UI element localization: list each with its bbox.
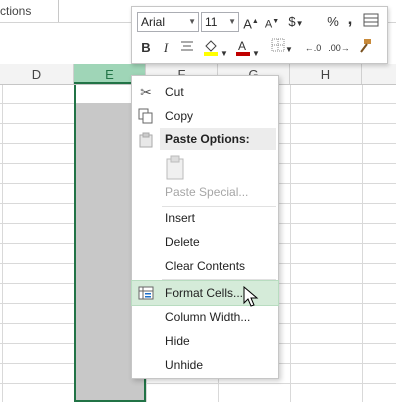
font-color-icon: A xyxy=(236,39,251,56)
fill-color-button[interactable]: ▼ xyxy=(202,38,228,58)
svg-text:A: A xyxy=(238,39,246,53)
column-header-label: E xyxy=(105,67,114,82)
increase-decimal-icon: ←.0 xyxy=(304,43,322,53)
chevron-down-icon: ▼ xyxy=(188,17,196,26)
menu-item-clear-contents[interactable]: Clear Contents xyxy=(132,254,278,278)
font-size-value: 11 xyxy=(205,15,218,29)
percent-icon: % xyxy=(327,14,339,29)
menu-item-label: Delete xyxy=(165,235,200,249)
decrease-font-button[interactable]: A▼ xyxy=(263,12,281,32)
column-header-h[interactable]: H xyxy=(290,64,362,84)
paste-options-header: Paste Options: xyxy=(160,128,276,150)
italic-icon: I xyxy=(163,40,169,55)
column-header-label: H xyxy=(320,67,331,82)
menu-item-label: Clear Contents xyxy=(165,259,246,273)
borders-button[interactable]: ▼ xyxy=(270,38,294,58)
borders-icon xyxy=(271,38,285,52)
paste-clipboard-icon xyxy=(166,155,184,180)
chevron-down-icon: ▼ xyxy=(228,17,236,26)
increase-font-icon: A xyxy=(243,16,252,32)
align-center-icon xyxy=(181,41,193,51)
column-header-next[interactable] xyxy=(362,64,396,84)
font-name-combo[interactable]: Arial ▼ xyxy=(137,12,199,32)
mouse-pointer-icon xyxy=(243,286,259,307)
menu-item-hide[interactable]: Hide xyxy=(132,329,278,353)
percent-button[interactable]: % xyxy=(326,12,340,32)
italic-button[interactable]: I xyxy=(159,38,173,58)
increase-decimal-button[interactable]: ←.0 xyxy=(302,38,324,58)
menu-item-label: Paste Special... xyxy=(165,185,249,199)
menu-item-label: Hide xyxy=(165,334,190,348)
scissors-icon: ✂ xyxy=(140,84,152,100)
menu-item-delete[interactable]: Delete xyxy=(132,230,278,254)
copy-icon xyxy=(138,108,154,124)
paintbrush-icon xyxy=(360,39,371,53)
menu-item-label: Insert xyxy=(165,211,196,225)
format-cells-icon xyxy=(138,285,154,301)
menu-item-cut[interactable]: ✂ Cut xyxy=(132,80,278,104)
menu-divider xyxy=(162,279,276,280)
column-header-label: D xyxy=(31,67,42,82)
menu-item-paste-special[interactable]: Paste Special... xyxy=(132,180,278,204)
ribbon-group-label: ctions xyxy=(0,4,32,18)
comma-button[interactable]: , xyxy=(344,9,356,29)
paste-option-button[interactable] xyxy=(165,155,187,181)
comma-icon: , xyxy=(347,9,353,28)
merge-cells-icon xyxy=(363,13,379,27)
decrease-decimal-icon: .00→ xyxy=(328,43,350,53)
align-center-button[interactable] xyxy=(178,38,196,58)
decrease-decimal-button[interactable]: .00→ xyxy=(328,38,350,58)
menu-item-copy[interactable]: Copy xyxy=(132,104,278,128)
context-menu: ✂ Cut Copy Paste Options: Paste Special.… xyxy=(131,75,279,379)
font-size-combo[interactable]: 11 ▼ xyxy=(201,12,239,32)
ribbon-divider xyxy=(58,0,59,22)
menu-item-label: Cut xyxy=(165,85,184,99)
menu-item-column-width[interactable]: Column Width... xyxy=(132,305,278,329)
font-color-button[interactable]: A ▼ xyxy=(234,38,260,58)
font-name-value: Arial xyxy=(141,15,166,29)
menu-item-label: Format Cells... xyxy=(165,286,244,300)
column-header-d[interactable]: D xyxy=(0,64,74,84)
fill-bucket-icon xyxy=(204,40,219,56)
format-painter-button[interactable] xyxy=(355,38,375,58)
bold-icon: B xyxy=(141,40,151,55)
mini-toolbar: Arial ▼ 11 ▼ A▲ A▼ $▼ % , B I ▼ A ▼ ▼ ←.0 xyxy=(131,6,388,64)
menu-item-label: Copy xyxy=(165,109,194,123)
increase-font-button[interactable]: A▲ xyxy=(242,12,260,32)
currency-icon: $ xyxy=(288,14,296,29)
menu-item-unhide[interactable]: Unhide xyxy=(132,353,278,377)
merge-center-button[interactable] xyxy=(362,12,380,32)
section-label: Paste Options: xyxy=(165,132,250,146)
menu-item-insert[interactable]: Insert xyxy=(132,206,278,230)
menu-item-label: Column Width... xyxy=(165,310,251,324)
bold-button[interactable]: B xyxy=(139,38,153,58)
menu-item-label: Unhide xyxy=(165,358,204,372)
currency-button[interactable]: $▼ xyxy=(286,12,306,32)
clipboard-icon xyxy=(138,132,154,148)
